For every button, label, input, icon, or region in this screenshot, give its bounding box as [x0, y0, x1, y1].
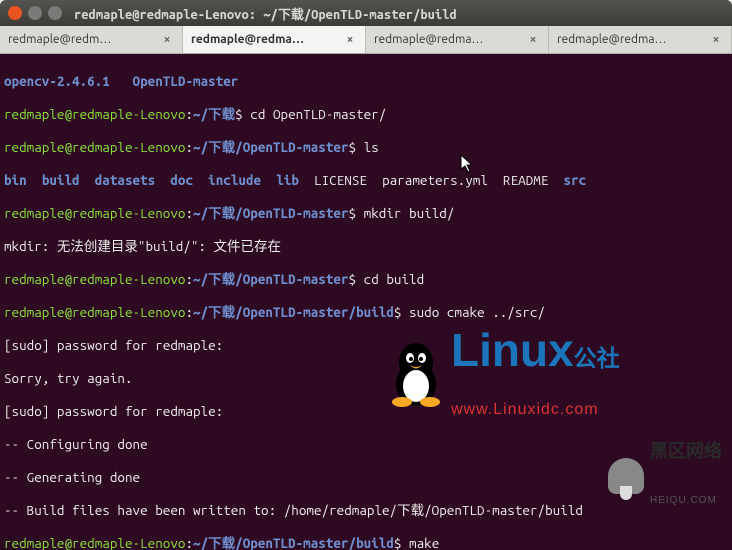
tab-label: redmaple@redma…	[557, 33, 703, 46]
prompt-path: ~/下载/OpenTLD-master	[193, 205, 349, 221]
tab-0[interactable]: redmaple@redm… ×	[0, 26, 183, 53]
prompt-user: redmaple@redmaple-Lenovo	[4, 535, 185, 550]
prompt-user: redmaple@redmaple-Lenovo	[4, 271, 185, 287]
tab-label: redmaple@redma…	[191, 33, 337, 46]
terminal-window: redmaple@redmaple-Lenovo: ~/下载/OpenTLD-m…	[0, 0, 732, 550]
ls-item: LICENSE	[314, 172, 367, 188]
ls-item: bin	[4, 172, 27, 188]
close-icon[interactable]: ×	[160, 33, 174, 47]
output-line: -- Configuring done	[4, 436, 728, 453]
ls-item: src	[564, 172, 587, 188]
tab-bar: redmaple@redm… × redmaple@redma… × redma…	[0, 26, 732, 54]
prompt-path: ~/下载/OpenTLD-master	[193, 139, 349, 155]
tab-2[interactable]: redmaple@redma… ×	[366, 26, 549, 53]
output-line: [sudo] password for redmaple:	[4, 337, 728, 354]
prompt-user: redmaple@redmaple-Lenovo	[4, 139, 185, 155]
tab-label: redmaple@redma…	[374, 33, 520, 46]
tab-1[interactable]: redmaple@redma… ×	[183, 26, 366, 53]
titlebar[interactable]: redmaple@redmaple-Lenovo: ~/下载/OpenTLD-m…	[0, 0, 732, 26]
command: make	[401, 535, 439, 550]
output-line: -- Build files have been written to: /ho…	[4, 502, 728, 519]
tab-label: redmaple@redm…	[8, 33, 154, 46]
command: cd build	[356, 271, 424, 287]
ls-item: README	[503, 172, 548, 188]
output-line: mkdir: 无法创建目录"build/": 文件已存在	[4, 238, 728, 255]
maximize-icon[interactable]	[48, 6, 62, 20]
minimize-icon[interactable]	[28, 6, 42, 20]
prompt-user: redmaple@redmaple-Lenovo	[4, 205, 185, 221]
ls-item: parameters.yml	[382, 172, 488, 188]
close-icon[interactable]	[8, 6, 22, 20]
terminal-content[interactable]: opencv-2.4.6.1 OpenTLD-master redmaple@r…	[0, 54, 732, 550]
output-line: -- Generating done	[4, 469, 728, 486]
output-line: Sorry, try again.	[4, 370, 728, 387]
ls-item: lib	[276, 172, 299, 188]
command: sudo cmake ../src/	[401, 304, 545, 320]
prompt-path: ~/下载/OpenTLD-master/build	[193, 535, 394, 550]
close-icon[interactable]: ×	[709, 33, 723, 47]
prompt-path: ~/下载/OpenTLD-master/build	[193, 304, 394, 320]
prompt-path: ~/下载	[193, 106, 235, 122]
dir-name: OpenTLD-master	[133, 73, 239, 89]
ls-item: datasets	[95, 172, 155, 188]
prompt-user: redmaple@redmaple-Lenovo	[4, 304, 185, 320]
close-icon[interactable]: ×	[526, 33, 540, 47]
window-title: redmaple@redmaple-Lenovo: ~/下载/OpenTLD-m…	[74, 4, 457, 23]
ls-item: include	[208, 172, 261, 188]
prompt-path: ~/下载/OpenTLD-master	[193, 271, 349, 287]
dir-name: opencv-2.4.6.1	[4, 73, 110, 89]
command: cd OpenTLD-master/	[243, 106, 387, 122]
output-line: [sudo] password for redmaple:	[4, 403, 728, 420]
ls-item: doc	[170, 172, 193, 188]
command: mkdir build/	[356, 205, 454, 221]
close-icon[interactable]: ×	[343, 33, 357, 47]
ls-item: build	[42, 172, 80, 188]
command: ls	[356, 139, 379, 155]
tab-3[interactable]: redmaple@redma… ×	[549, 26, 732, 53]
prompt-user: redmaple@redmaple-Lenovo	[4, 106, 185, 122]
